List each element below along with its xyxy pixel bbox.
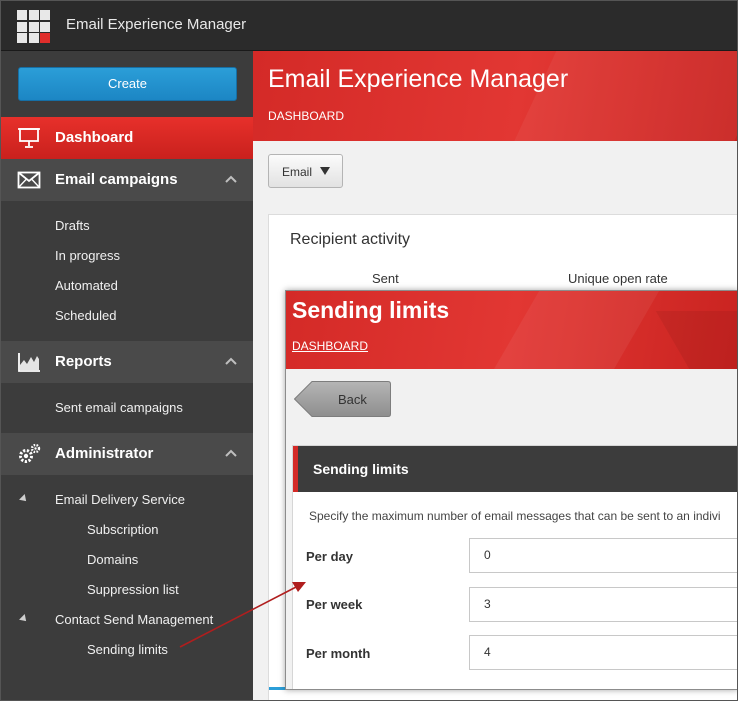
sidebar-item-automated[interactable]: Automated [55, 278, 118, 293]
expand-triangle-icon[interactable] [19, 614, 29, 624]
chart-icon [18, 353, 40, 372]
sidebar-item-sending-limits[interactable]: Sending limits [87, 642, 168, 657]
chevron-up-icon[interactable] [225, 173, 237, 185]
per-day-label: Per day [306, 549, 353, 564]
sending-limits-panel: Sending limits DASHBOARD Back Sending li… [285, 290, 738, 690]
sidebar-item-drafts[interactable]: Drafts [55, 218, 90, 233]
per-week-label: Per week [306, 597, 363, 612]
breadcrumb-link[interactable]: DASHBOARD [292, 339, 368, 353]
presentation-board-icon [18, 128, 40, 148]
sending-limits-section: Sending limits Specify the maximum numbe… [292, 445, 737, 689]
sidebar-item-in-progress[interactable]: In progress [55, 248, 120, 263]
email-filter-dropdown[interactable]: Email [268, 154, 343, 188]
gears-icon [19, 443, 41, 463]
breadcrumb[interactable]: DASHBOARD [268, 109, 344, 123]
sidebar-item-contact-send-management[interactable]: Contact Send Management [55, 612, 213, 627]
page-header: Email Experience Manager DASHBOARD [253, 51, 738, 141]
sidebar-item-dashboard[interactable]: Dashboard [0, 117, 253, 159]
app-title: Email Experience Manager [66, 16, 247, 33]
column-header-sent: Sent [372, 271, 399, 286]
section-title: Sending limits [313, 461, 409, 477]
per-day-input[interactable]: 0 [469, 538, 737, 573]
section-header: Sending limits [293, 446, 737, 492]
per-month-label: Per month [306, 646, 371, 661]
column-header-unique-open-rate: Unique open rate [568, 271, 668, 286]
per-week-input[interactable]: 3 [469, 587, 737, 622]
sidebar-item-email-delivery-service[interactable]: Email Delivery Service [55, 492, 185, 507]
envelope-icon [17, 171, 41, 189]
top-bar: Email Experience Manager [0, 0, 738, 51]
page-title: Email Experience Manager [268, 65, 569, 93]
sidebar-section-label: Administrator [55, 445, 154, 462]
sidebar-section-label: Email campaigns [55, 171, 178, 188]
section-description: Specify the maximum number of email mess… [309, 509, 721, 523]
per-month-input[interactable]: 4 [469, 635, 737, 670]
create-button[interactable]: Create [18, 67, 237, 101]
card-title: Recipient activity [290, 231, 411, 248]
chevron-up-icon[interactable] [225, 355, 237, 367]
sidebar-section-email-campaigns[interactable]: Email campaigns [0, 159, 253, 201]
app-grid-icon[interactable] [17, 10, 50, 43]
sidebar-item-domains[interactable]: Domains [87, 552, 138, 567]
dropdown-value: Email [282, 165, 313, 179]
sidebar-item-subscription[interactable]: Subscription [87, 522, 159, 537]
sending-limits-header: Sending limits DASHBOARD [286, 291, 737, 369]
back-button[interactable]: Back [294, 381, 391, 417]
sidebar-section-administrator[interactable]: Administrator [0, 433, 253, 475]
expand-triangle-icon[interactable] [19, 494, 29, 504]
sidebar-item-suppression-list[interactable]: Suppression list [87, 582, 179, 597]
sidebar-section-reports[interactable]: Reports [0, 341, 253, 383]
sidebar-section-label: Reports [55, 353, 112, 370]
sidebar: Create Dashboard Email campaigns Drafts … [0, 51, 253, 701]
sidebar-item-label: Dashboard [55, 129, 134, 146]
sidebar-item-sent-email-campaigns[interactable]: Sent email campaigns [55, 400, 183, 415]
caret-down-icon [320, 167, 330, 175]
panel-title: Sending limits [292, 297, 450, 323]
back-label: Back [338, 392, 367, 407]
sidebar-item-scheduled[interactable]: Scheduled [55, 308, 116, 323]
chevron-up-icon[interactable] [225, 447, 237, 459]
